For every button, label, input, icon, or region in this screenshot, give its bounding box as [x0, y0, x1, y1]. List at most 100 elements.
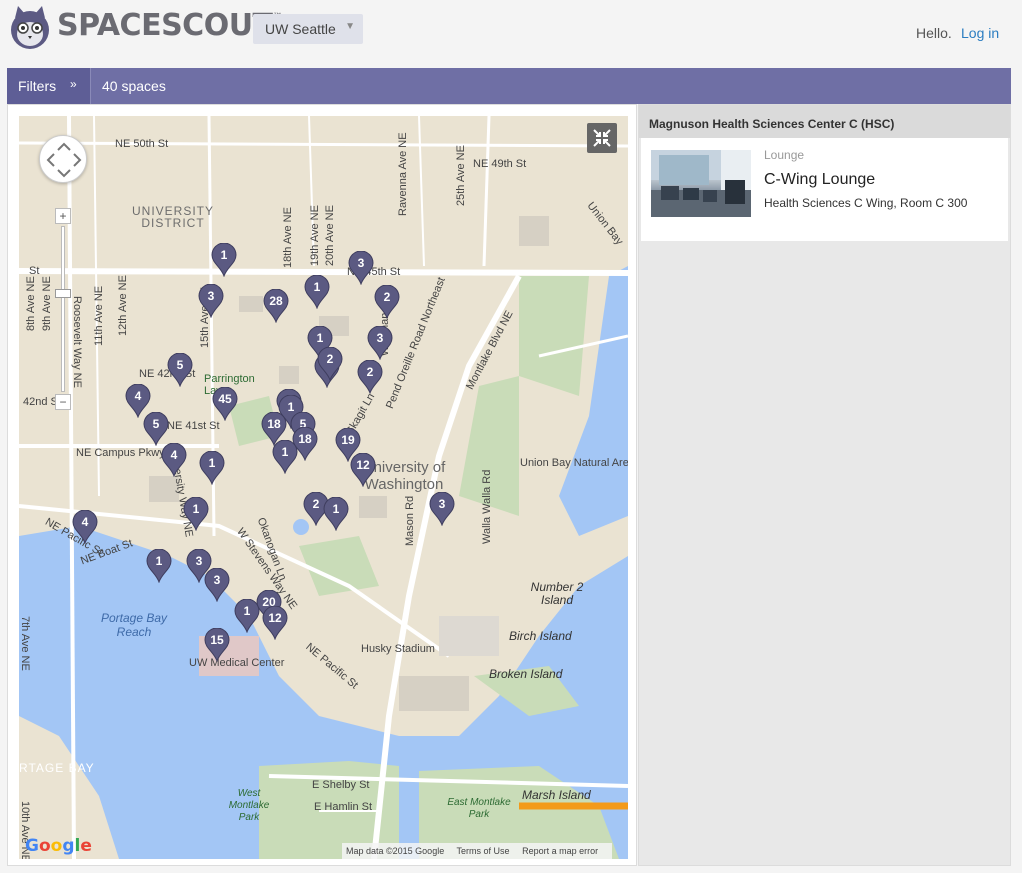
- street-label: E Hamlin St: [314, 801, 373, 813]
- filter-bar: Filters » 40 spaces: [7, 68, 1011, 104]
- island-label: Broken Island: [489, 667, 563, 681]
- cluster-count: 3: [207, 289, 215, 303]
- app-logo-text[interactable]: SPACESCOUT™: [57, 8, 283, 43]
- cluster-count: 1: [155, 554, 163, 568]
- space-cluster-marker[interactable]: 5: [143, 412, 169, 446]
- park-label: West Montlake Park: [228, 788, 270, 823]
- map-canvas[interactable]: NE 50th St NE 49th St NE 45th St St NE 4…: [19, 116, 628, 859]
- space-cluster-marker[interactable]: 2: [317, 347, 343, 381]
- filters-button[interactable]: Filters »: [7, 68, 91, 104]
- space-cluster-marker[interactable]: 28: [263, 289, 289, 323]
- space-cluster-marker[interactable]: 3: [348, 251, 374, 285]
- space-cluster-marker[interactable]: 3: [204, 568, 230, 602]
- space-cluster-marker[interactable]: 1: [199, 451, 225, 485]
- cluster-count: 3: [213, 573, 221, 587]
- zoom-slider-handle[interactable]: [55, 289, 71, 298]
- space-card[interactable]: Lounge C-Wing Lounge Health Sciences C W…: [641, 138, 1008, 241]
- cluster-count: 19: [341, 433, 355, 447]
- space-cluster-marker[interactable]: 1: [146, 549, 172, 583]
- space-cluster-marker[interactable]: 1: [323, 497, 349, 531]
- cluster-count: 1: [313, 280, 321, 294]
- campus-select[interactable]: UW Seattle ▼: [253, 14, 363, 44]
- map-data-credit: Map data ©2015 Google: [346, 846, 445, 856]
- space-type: Lounge: [764, 148, 805, 162]
- cluster-count: 2: [383, 290, 391, 304]
- cluster-count: 2: [366, 365, 374, 379]
- street-label: NE 49th St: [473, 158, 527, 170]
- report-error-link[interactable]: Report a map error: [522, 846, 598, 856]
- island-label: Birch Island: [509, 629, 572, 643]
- cluster-count: 1: [316, 331, 324, 345]
- cluster-count: 5: [152, 417, 160, 431]
- zoom-slider[interactable]: [55, 226, 71, 392]
- cluster-count: 3: [195, 554, 203, 568]
- cluster-count: 12: [356, 458, 370, 472]
- filters-label: Filters: [18, 78, 57, 94]
- cluster-count: 3: [438, 497, 446, 511]
- cluster-count: 5: [176, 358, 184, 372]
- cluster-count: 1: [220, 248, 228, 262]
- street-label: Mason Rd: [404, 495, 416, 546]
- space-cluster-marker[interactable]: 12: [262, 606, 288, 640]
- street-label: NE 50th St: [115, 138, 169, 150]
- cluster-count: 18: [267, 417, 281, 431]
- street-label: 11th Ave NE: [93, 285, 105, 346]
- collapse-icon: [593, 129, 611, 147]
- space-cluster-marker[interactable]: 4: [72, 510, 98, 544]
- space-name[interactable]: C-Wing Lounge: [764, 171, 875, 189]
- cluster-count: 12: [268, 611, 282, 625]
- landmark-label: Husky Stadium: [361, 643, 435, 655]
- space-cluster-marker[interactable]: 3: [429, 492, 455, 526]
- space-cluster-marker[interactable]: 3: [367, 326, 393, 360]
- area-label: Union Bay Natural Area: [520, 457, 628, 469]
- cluster-count: 2: [326, 352, 334, 366]
- water-label: RTAGE BAY: [19, 761, 95, 775]
- street-label: 19th Ave NE: [309, 205, 321, 266]
- street-label: Ravenna Ave NE: [397, 132, 409, 216]
- map-attribution: Map data ©2015 Google Terms of Use Repor…: [342, 843, 613, 859]
- cluster-count: 3: [376, 331, 384, 345]
- cluster-count: 1: [332, 502, 340, 516]
- street-label: 25th Ave NE: [455, 145, 467, 206]
- street-label: NE 41st St: [167, 420, 220, 432]
- space-cluster-marker[interactable]: 3: [198, 284, 224, 318]
- space-cluster-marker[interactable]: 1: [272, 440, 298, 474]
- terms-link[interactable]: Terms of Use: [457, 846, 510, 856]
- space-cluster-marker[interactable]: 1: [211, 243, 237, 277]
- street-label: Walla Walla Rd: [481, 469, 493, 544]
- space-cluster-marker[interactable]: 1: [304, 275, 330, 309]
- space-cluster-marker[interactable]: 2: [357, 360, 383, 394]
- island-label: Number 2 Island: [530, 580, 584, 607]
- cluster-count: 3: [357, 256, 365, 270]
- cluster-count: 15: [210, 633, 224, 647]
- zoom-out-button[interactable]: −: [55, 394, 71, 410]
- street-label: 12th Ave NE: [117, 275, 129, 336]
- space-cluster-marker[interactable]: 2: [374, 285, 400, 319]
- zoom-in-button[interactable]: +: [55, 208, 71, 224]
- map-pan-control[interactable]: [39, 135, 87, 183]
- space-cluster-marker[interactable]: 12: [350, 453, 376, 487]
- space-thumbnail[interactable]: [651, 150, 751, 217]
- map-zoom-control: + −: [55, 208, 71, 410]
- cluster-count: 45: [218, 392, 232, 406]
- login-link[interactable]: Log in: [961, 25, 999, 41]
- space-cluster-marker[interactable]: 5: [167, 353, 193, 387]
- space-cluster-marker[interactable]: 4: [161, 443, 187, 477]
- space-cluster-marker[interactable]: 15: [204, 628, 230, 662]
- park-label: East Montlake Park: [447, 797, 511, 820]
- cluster-count: 1: [192, 502, 200, 516]
- google-logo[interactable]: Google: [25, 836, 92, 856]
- building-header: Magnuson Health Sciences Center C (HSC): [639, 105, 1010, 138]
- scout-logo-icon[interactable]: [8, 4, 52, 52]
- exit-fullscreen-button[interactable]: [587, 123, 617, 153]
- cluster-count: 4: [81, 515, 89, 529]
- street-label: Roosevelt Way NE: [71, 296, 83, 388]
- street-label: 20th Ave NE: [324, 205, 336, 266]
- space-cluster-marker[interactable]: 45: [212, 387, 238, 421]
- cluster-count: 1: [281, 445, 289, 459]
- space-location: Health Sciences C Wing, Room C 300: [764, 196, 968, 210]
- cluster-count: 28: [269, 294, 283, 308]
- space-cluster-marker[interactable]: 1: [183, 497, 209, 531]
- cluster-count: 1: [208, 456, 216, 470]
- water-label: Portage Bay Reach: [100, 611, 168, 639]
